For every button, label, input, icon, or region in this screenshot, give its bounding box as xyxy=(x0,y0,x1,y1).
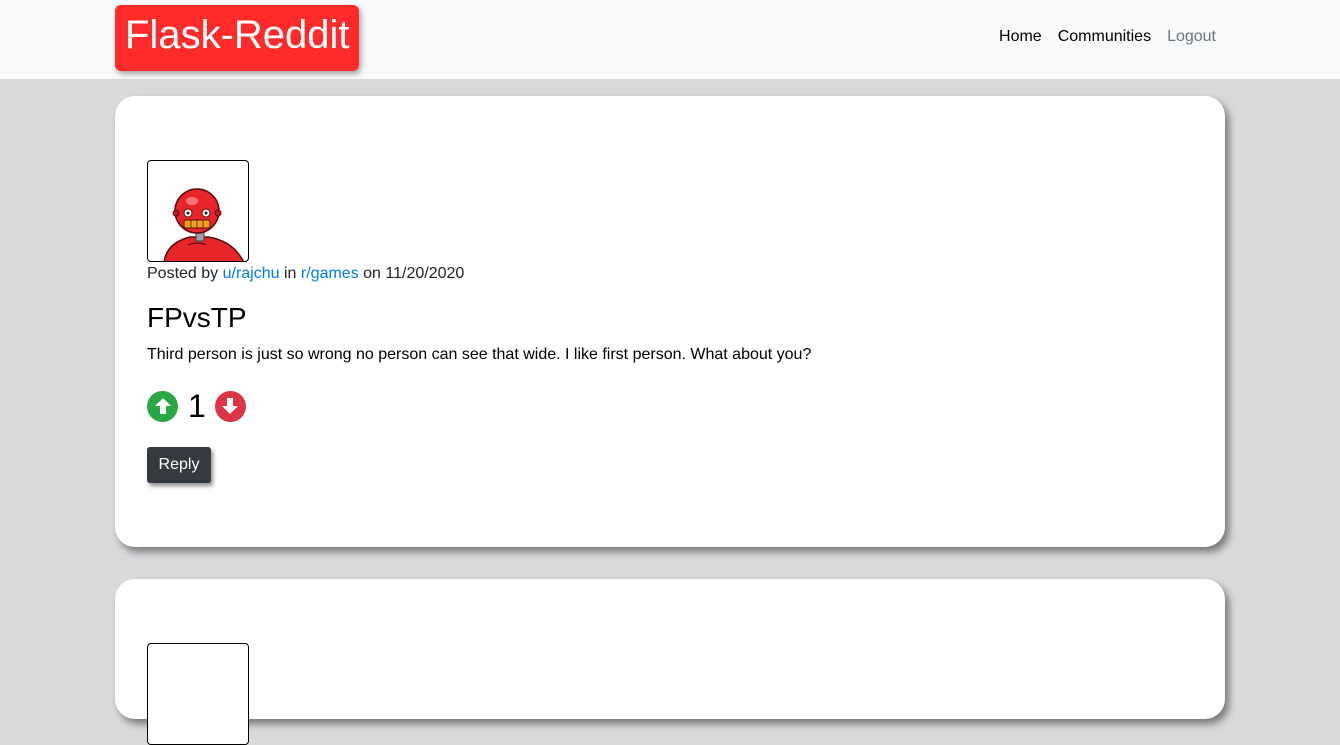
nav-communities-link[interactable]: Communities xyxy=(1058,28,1151,46)
nav-logout-link[interactable]: Logout xyxy=(1167,28,1216,46)
meta-posted-by-text: Posted by xyxy=(147,265,219,282)
upvote-button[interactable] xyxy=(147,390,178,422)
meta-on-text: on xyxy=(363,265,381,282)
post-title[interactable]: FPvsTP xyxy=(147,302,247,334)
author-avatar[interactable] xyxy=(147,160,249,262)
downvote-button[interactable] xyxy=(214,390,246,422)
nav-home-link[interactable]: Home xyxy=(999,28,1042,46)
post-card: Posted by u/rajchu in r/games on 11/20/2… xyxy=(115,96,1225,547)
arrow-up-icon xyxy=(154,398,171,414)
community-link[interactable]: r/games xyxy=(301,265,359,282)
vote-controls: 1 xyxy=(147,390,246,422)
author-link[interactable]: u/rajchu xyxy=(223,265,280,282)
vote-score: 1 xyxy=(188,388,206,424)
navbar: Flask-Reddit Home Communities Logout xyxy=(0,0,1340,79)
reply-button[interactable]: Reply xyxy=(147,447,211,483)
meta-in-text: in xyxy=(283,265,297,282)
arrow-down-icon xyxy=(222,398,239,414)
author-avatar-next[interactable] xyxy=(147,643,249,745)
nav-links: Home Communities Logout xyxy=(999,28,1216,46)
post-body: Third person is just so wrong no person … xyxy=(147,346,812,363)
post-date: 11/20/2020 xyxy=(385,265,465,282)
red-robot-avatar-icon xyxy=(163,188,244,261)
post-meta: Posted by u/rajchu in r/games on 11/20/2… xyxy=(147,265,464,283)
brand-logo[interactable]: Flask-Reddit xyxy=(115,5,359,71)
post-card-next xyxy=(115,579,1225,745)
